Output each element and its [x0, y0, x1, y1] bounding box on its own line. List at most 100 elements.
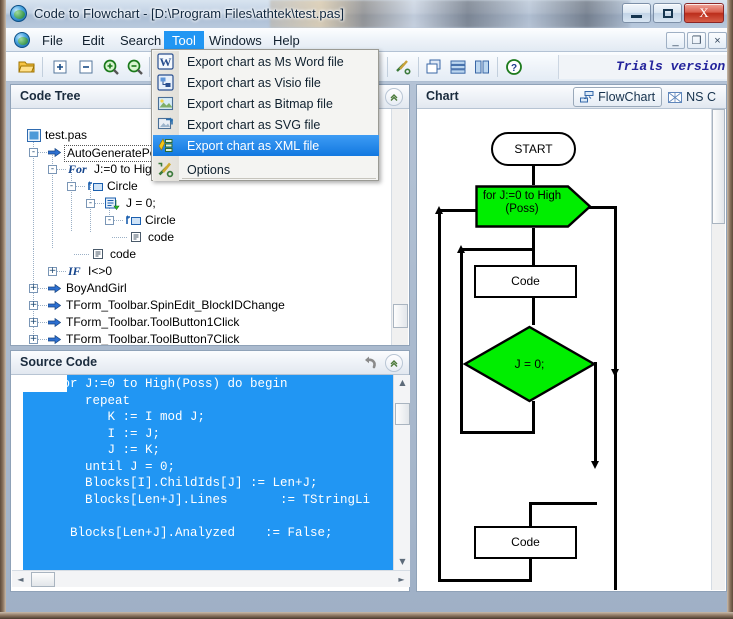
mdi-close-button[interactable]: × [708, 32, 727, 49]
source-code-title: Source Code [20, 355, 98, 369]
tree-connector [38, 339, 47, 340]
zoom-out-icon[interactable] [126, 58, 144, 76]
tree-item-label: Circle [145, 213, 176, 227]
expand-toggle[interactable]: + [29, 318, 38, 327]
chart-panel: Chart FlowChart NS C START for J:=0 to H… [416, 84, 727, 592]
chevron-up-icon[interactable] [385, 354, 403, 372]
visio-file-icon [157, 74, 174, 91]
window-title: Code to Flowchart - [D:\Program Files\at… [34, 6, 344, 21]
menu-item-export-xml[interactable]: Export chart as XML file [153, 135, 379, 156]
tab-ns-chart[interactable]: NS C [662, 87, 722, 107]
close-button[interactable]: X [684, 3, 724, 23]
tree-item-label: test.pas [45, 128, 88, 142]
tab-flowchart-label: FlowChart [598, 90, 656, 104]
list-view-icon[interactable] [449, 58, 467, 76]
chart-scroll-thumb[interactable] [712, 109, 725, 224]
source-code-header: Source Code [11, 351, 409, 375]
tree-connector [33, 249, 34, 341]
collapse-toggle[interactable]: - [105, 216, 114, 225]
if-keyword-icon: IF [68, 264, 81, 278]
menu-help[interactable]: Help [265, 31, 308, 50]
menu-file[interactable]: File [34, 31, 71, 50]
source-code-hscroll-thumb[interactable] [31, 572, 55, 587]
source-code-hscrollbar[interactable]: ◄ ► [12, 570, 410, 587]
menu-item-label: Export chart as Ms Word file [187, 54, 344, 69]
menu-item-export-visio[interactable]: Export chart as Visio file [153, 72, 379, 93]
title-bar: Code to Flowchart - [D:\Program Files\at… [0, 0, 733, 28]
menu-item-export-bitmap[interactable]: Export chart as Bitmap file [153, 93, 379, 114]
split-view-icon[interactable] [473, 58, 491, 76]
application-window: Code to Flowchart - [D:\Program Files\at… [0, 0, 733, 619]
flow-edge-for-exit-h [588, 206, 617, 209]
code-tree-scrollbar[interactable] [391, 109, 408, 345]
source-code-vscrollbar[interactable]: ▲ ▼ [393, 375, 410, 570]
tree-connector [76, 186, 85, 187]
mdi-minimize-button[interactable]: _ [666, 32, 685, 49]
source-code-vscroll-thumb[interactable] [395, 403, 410, 425]
flow-edge-start-to-for [532, 166, 535, 185]
globe-icon [10, 5, 27, 22]
scroll-down-arrow-icon[interactable]: ▼ [395, 554, 410, 569]
tree-item-label: Circle [107, 179, 138, 193]
flow-edge-inner-loop-top [460, 248, 533, 251]
menu-edit[interactable]: Edit [74, 31, 112, 50]
blue-arrow-icon [48, 283, 61, 294]
expand-toggle[interactable]: + [29, 301, 38, 310]
menu-item-export-svg[interactable]: Export chart as SVG file [153, 114, 379, 135]
tree-connector [38, 322, 47, 323]
copy-icon[interactable] [425, 58, 443, 76]
flow-node-condition[interactable]: J = 0; [463, 325, 596, 403]
expand-all-icon[interactable] [51, 58, 69, 76]
collapse-toggle[interactable]: - [48, 165, 57, 174]
options-icon[interactable] [394, 58, 412, 76]
scroll-left-arrow-icon[interactable]: ◄ [13, 572, 28, 587]
expand-toggle[interactable]: + [29, 284, 38, 293]
tree-connector [38, 288, 47, 289]
menu-item-export-word[interactable]: W Export chart as Ms Word file [153, 51, 379, 72]
tree-connector [112, 237, 128, 238]
window-border-bottom [0, 612, 733, 619]
tool-dropdown-menu: W Export chart as Ms Word file Export ch… [151, 49, 379, 181]
collapse-toggle[interactable]: - [67, 182, 76, 191]
chart-scrollbar[interactable] [711, 109, 725, 590]
zoom-in-icon[interactable] [102, 58, 120, 76]
source-code-gutter [12, 375, 23, 570]
code-icon [92, 248, 104, 261]
help-icon[interactable]: ? [505, 58, 523, 76]
flow-edge-into-code2 [529, 502, 532, 527]
options-tools-icon [157, 161, 174, 178]
collapse-toggle[interactable]: - [86, 199, 95, 208]
maximize-button[interactable] [653, 3, 682, 23]
scroll-right-arrow-icon[interactable]: ► [394, 572, 409, 587]
menu-tool[interactable]: Tool [164, 31, 204, 50]
code-icon [130, 231, 142, 244]
flow-edge-outer-loop-h [438, 579, 532, 582]
flow-node-code-1[interactable]: Code [474, 265, 577, 298]
mdi-restore-button[interactable]: ❐ [687, 32, 706, 49]
flow-node-for[interactable]: for J:=0 to High (Poss) [475, 185, 592, 228]
scroll-up-arrow-icon[interactable]: ▲ [395, 375, 410, 390]
source-code-editor[interactable]: for J:=0 to High(Poss) do begin repeat K… [12, 375, 393, 570]
flow-node-start[interactable]: START [491, 132, 576, 166]
expand-toggle[interactable]: + [29, 335, 38, 344]
menu-item-options[interactable]: Options [153, 159, 379, 180]
toolbar-separator-2 [149, 57, 150, 77]
menu-search[interactable]: Search [112, 31, 169, 50]
tree-item-label: TForm_Toolbar.SpinEdit_BlockIDChange [66, 298, 285, 312]
document-icon [27, 129, 41, 142]
flow-edge-code1-to-cond [532, 298, 535, 325]
expand-toggle[interactable]: + [48, 267, 57, 276]
tab-flowchart[interactable]: FlowChart [573, 87, 663, 107]
collapse-toggle[interactable]: - [29, 148, 38, 157]
undo-arrow-icon[interactable] [362, 355, 379, 371]
open-folder-icon[interactable] [18, 58, 36, 76]
code-tree-scroll-thumb[interactable] [393, 304, 408, 328]
minimize-button[interactable] [622, 3, 651, 23]
collapse-all-icon[interactable] [77, 58, 95, 76]
menu-windows[interactable]: Windows [201, 31, 270, 50]
chevron-up-icon[interactable] [385, 88, 403, 106]
tree-connector [71, 168, 72, 232]
flowchart-canvas[interactable]: START for J:=0 to High (Poss) Code J = 0… [418, 109, 713, 590]
flow-node-code-2[interactable]: Code [474, 526, 577, 559]
flowchart-icon [580, 90, 594, 104]
